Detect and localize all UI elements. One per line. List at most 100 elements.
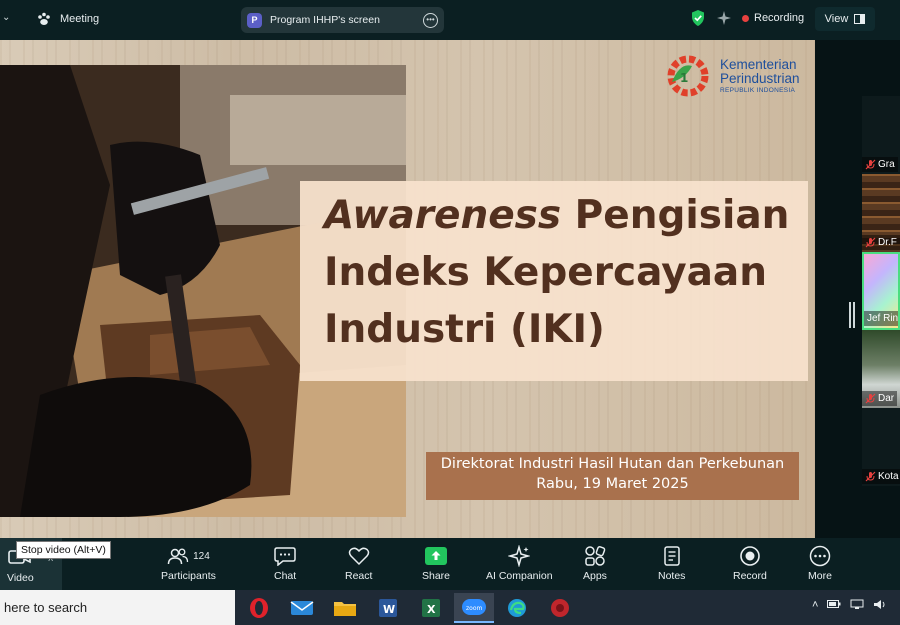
chat-label: Chat (274, 570, 297, 582)
more-options-icon[interactable]: ••• (423, 12, 438, 28)
more-icon (809, 545, 831, 567)
logo-line1: Kementerian (720, 56, 797, 72)
participants-count: 124 (193, 550, 210, 562)
slide-subtitle: Direktorat Industri Hasil Hutan dan Perk… (426, 454, 799, 494)
layout-icon (854, 14, 866, 24)
taskbar-search-box[interactable]: here to search (0, 590, 235, 625)
muted-mic-icon (865, 237, 876, 248)
notes-icon (663, 546, 680, 566)
meeting-toolbar: Video ˄ 124 Participants ˄ Chat ˄ (0, 538, 900, 590)
file-explorer-icon[interactable] (325, 593, 365, 623)
status-area: Recording (690, 9, 804, 27)
ai-companion-label: AI Companion (486, 570, 553, 582)
windows-taskbar: here to search W X zoom ˄ (0, 590, 900, 625)
meeting-label: Meeting (60, 13, 100, 25)
heart-icon (348, 547, 369, 566)
share-label: Program IHHP's screen (270, 14, 380, 26)
battery-icon[interactable] (827, 599, 841, 609)
participants-icon (167, 548, 189, 565)
logo-sub: REPUBLIK INDONESIA (720, 86, 796, 94)
record-label: Record (733, 570, 767, 582)
react-button[interactable]: React (345, 542, 372, 582)
muted-mic-icon (865, 159, 876, 170)
record-icon (740, 546, 760, 566)
apps-button[interactable]: Apps (583, 542, 607, 582)
svg-text:X: X (427, 603, 436, 616)
paw-icon (38, 12, 50, 25)
chat-icon (274, 547, 296, 566)
svg-text:W: W (383, 603, 395, 616)
ai-sparkle-icon[interactable] (716, 10, 732, 26)
view-button[interactable]: View (815, 7, 875, 31)
share-screen-icon (425, 547, 448, 565)
shared-slide: 1 Kementerian Perindustrian REPUBLIK IND… (0, 40, 815, 538)
ai-companion-button[interactable]: AI Companion (486, 542, 553, 582)
participant-name: Dr.F (878, 237, 897, 248)
participant-name: Jef Rin (867, 313, 899, 324)
apps-label: Apps (583, 570, 607, 582)
participant-tile[interactable]: Kota (862, 408, 900, 486)
video-label: Video (7, 572, 34, 584)
participant-name-tag: Gra (862, 157, 898, 172)
tray-expand-icon[interactable]: ˄ (812, 599, 818, 611)
active-speaker-tile[interactable]: Jef Rin (862, 252, 900, 330)
word-icon[interactable]: W (368, 593, 408, 623)
participant-name: Gra (878, 159, 895, 170)
app-icon[interactable] (540, 593, 580, 623)
participant-name-tag: Jef Rin (864, 311, 899, 326)
meeting-stage: 1 Kementerian Perindustrian REPUBLIK IND… (0, 40, 900, 538)
logo-line2: Perindustrian (720, 70, 800, 86)
more-label: More (808, 570, 832, 582)
participant-name-tag: Kota (862, 469, 900, 484)
muted-mic-icon (865, 471, 876, 482)
participants-button[interactable]: 124 Participants (161, 542, 216, 582)
view-label: View (824, 13, 849, 25)
edge-icon[interactable] (497, 593, 537, 623)
zoom-icon[interactable]: zoom (454, 593, 494, 623)
participant-tile[interactable]: Dr.F (862, 174, 900, 252)
recording-indicator[interactable]: Recording (742, 12, 804, 24)
title-line2: Indeks Kepercayaan (324, 250, 768, 295)
title-emphasis: Awareness (324, 193, 562, 238)
notes-label: Notes (658, 570, 686, 582)
encryption-shield-icon[interactable] (690, 9, 706, 27)
participant-name: Kota (878, 471, 899, 482)
more-button[interactable]: More (808, 542, 832, 582)
svg-text:zoom: zoom (466, 605, 482, 612)
sharer-avatar: P (247, 12, 262, 28)
meeting-info-button[interactable]: Meeting (36, 11, 99, 27)
chat-button[interactable]: Chat (274, 542, 296, 582)
share-button[interactable]: Share (422, 542, 450, 582)
muted-mic-icon (865, 393, 876, 404)
record-button[interactable]: Record (733, 542, 767, 582)
participant-tile[interactable]: Gra (862, 96, 900, 174)
logo-text: Kementerian Perindustrian REPUBLIK INDON… (720, 56, 800, 95)
participant-tile[interactable]: Dar (862, 330, 900, 408)
share-label: Share (422, 570, 451, 582)
notes-button[interactable]: Notes (658, 542, 685, 582)
excel-icon[interactable]: X (411, 593, 451, 623)
svg-text:1: 1 (680, 71, 688, 85)
react-label: React (345, 570, 373, 582)
participant-name: Dar (878, 393, 895, 404)
collapse-chevron-icon[interactable]: ⌄ (2, 12, 10, 23)
participant-name-tag: Dr.F (862, 235, 900, 250)
mail-icon[interactable] (282, 593, 322, 623)
title-line3: Industri (IKI) (324, 307, 605, 352)
kemenperin-logo: 1 Kementerian Perindustrian REPUBLIK IND… (662, 52, 800, 100)
title-rest: Pengisian (561, 193, 790, 238)
screen-share-indicator[interactable]: P Program IHHP's screen ••• (241, 7, 444, 33)
recording-label: Recording (754, 12, 805, 24)
gear-logo-icon: 1 (667, 55, 709, 97)
ai-companion-sparkle-icon (508, 545, 531, 567)
system-tray: ˄ (812, 599, 887, 611)
volume-icon[interactable] (873, 599, 887, 610)
panel-resize-handle[interactable] (849, 302, 855, 328)
video-tooltip: Stop video (Alt+V) (16, 541, 111, 559)
opera-icon[interactable] (239, 593, 279, 623)
network-icon[interactable] (850, 599, 864, 610)
subtitle-line1: Direktorat Industri Hasil Hutan dan Perk… (440, 456, 785, 472)
participant-name-tag: Dar (862, 391, 898, 406)
apps-icon (585, 546, 606, 566)
slide-title: Awareness Pengisian Indeks Kepercayaan I… (324, 187, 804, 358)
